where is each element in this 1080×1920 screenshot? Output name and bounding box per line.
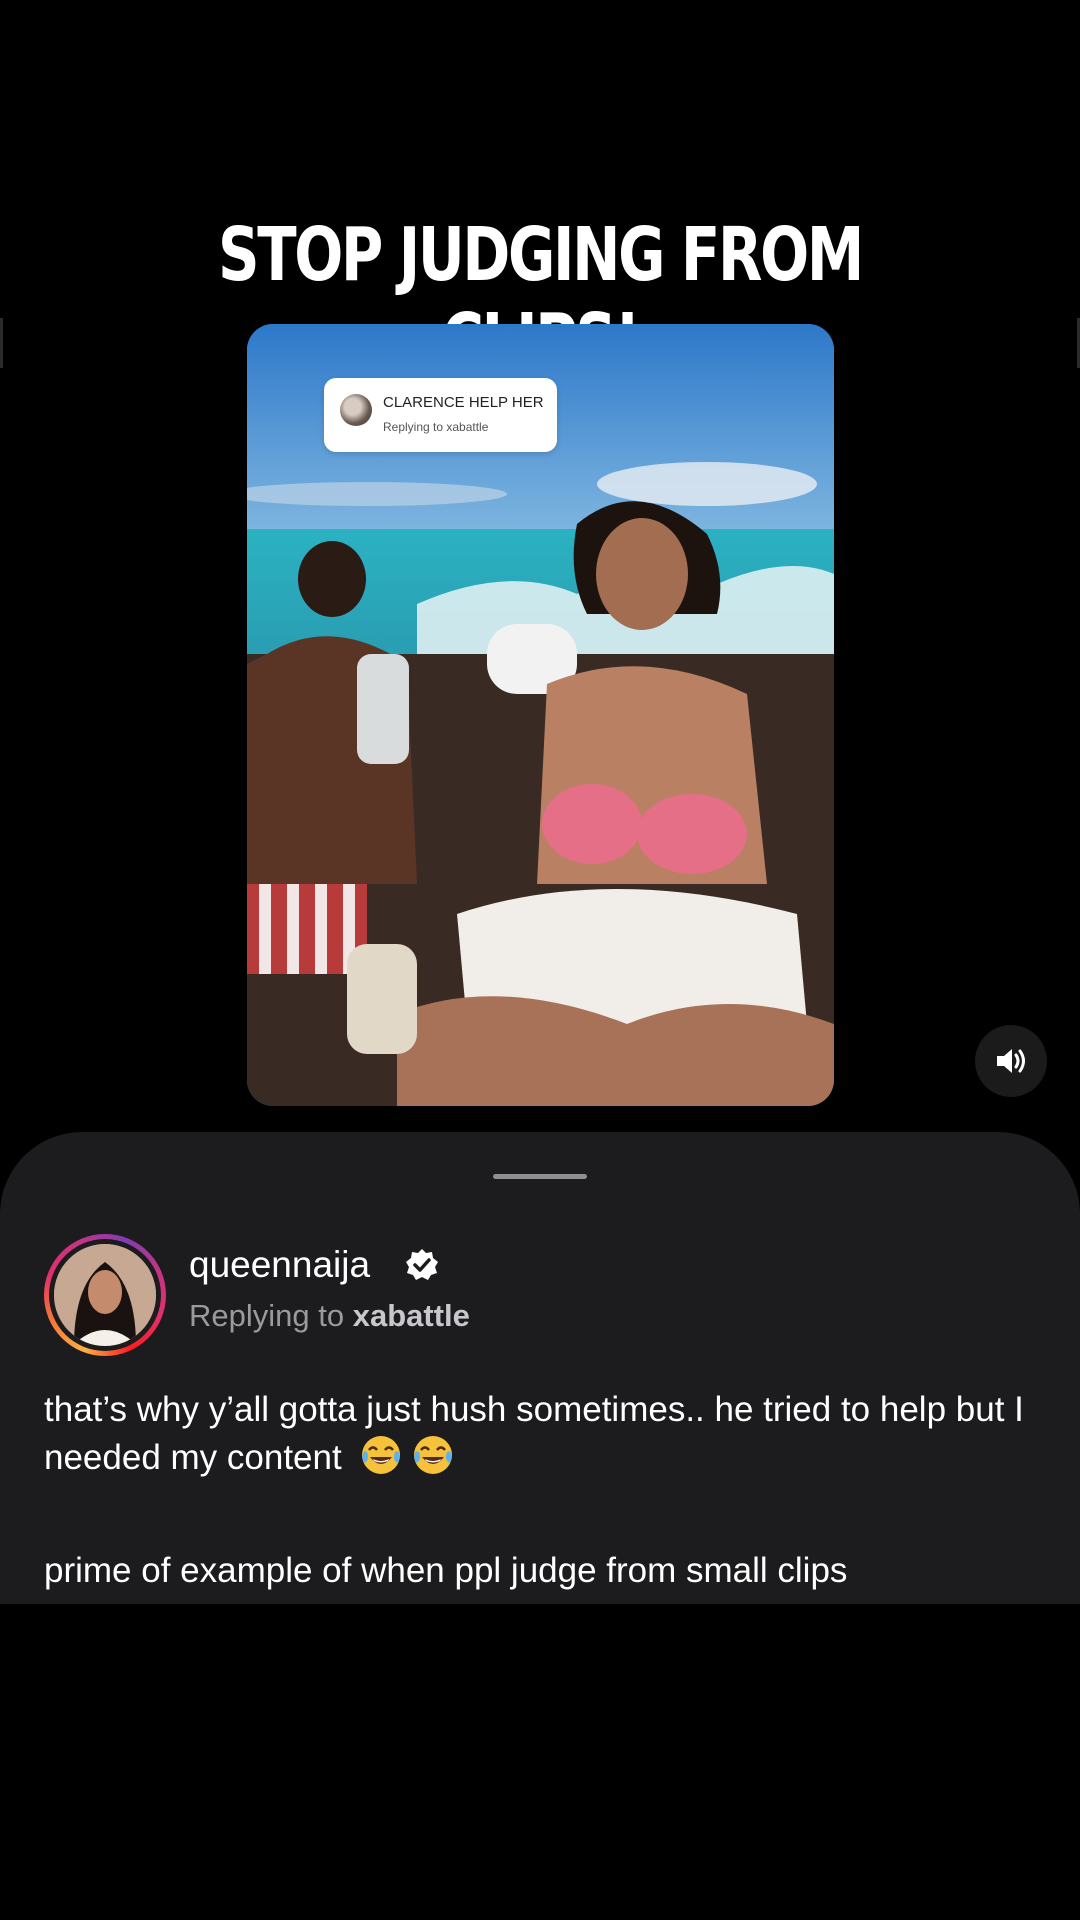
sheet-grabber-handle[interactable] (493, 1174, 587, 1179)
screen: STOP JUDGING FROM CLIPS! (0, 0, 1080, 1920)
story-ring-avatar[interactable] (44, 1234, 166, 1356)
sticker-title: CLARENCE HELP HER (383, 394, 544, 411)
comment-body: that’s why y’all gotta just hush sometim… (44, 1386, 1044, 1481)
mute-toggle-button[interactable] (975, 1025, 1047, 1097)
replying-to-line: Replying to xabattle (189, 1298, 470, 1334)
avatar-gap (49, 1239, 161, 1351)
sticker-avatar (340, 394, 372, 426)
speaker-volume-icon (997, 1049, 1025, 1073)
comment-username[interactable]: queennaija (189, 1244, 370, 1286)
left-edge-divider (0, 318, 3, 368)
verified-badge-icon (406, 1249, 438, 1280)
face-with-tears-of-joy-icon (362, 1436, 401, 1474)
replying-handle[interactable]: xabattle (353, 1298, 470, 1333)
comment-text-second-paragraph: prime of example of when ppl judge from … (44, 1551, 848, 1590)
video-player[interactable]: CLARENCE HELP HER Replying to xabattle (247, 324, 834, 1106)
sticker-subtitle: Replying to xabattle (383, 420, 489, 434)
avatar (54, 1244, 156, 1346)
comment-sheet: queennaija Replying to xabattle that’s w… (0, 1132, 1080, 1604)
replying-prefix: Replying to (189, 1298, 345, 1333)
comment-text: that’s why y’all gotta just hush sometim… (44, 1390, 1024, 1477)
reply-sticker[interactable]: CLARENCE HELP HER Replying to xabattle (324, 378, 557, 452)
face-with-tears-of-joy-icon (414, 1436, 453, 1474)
